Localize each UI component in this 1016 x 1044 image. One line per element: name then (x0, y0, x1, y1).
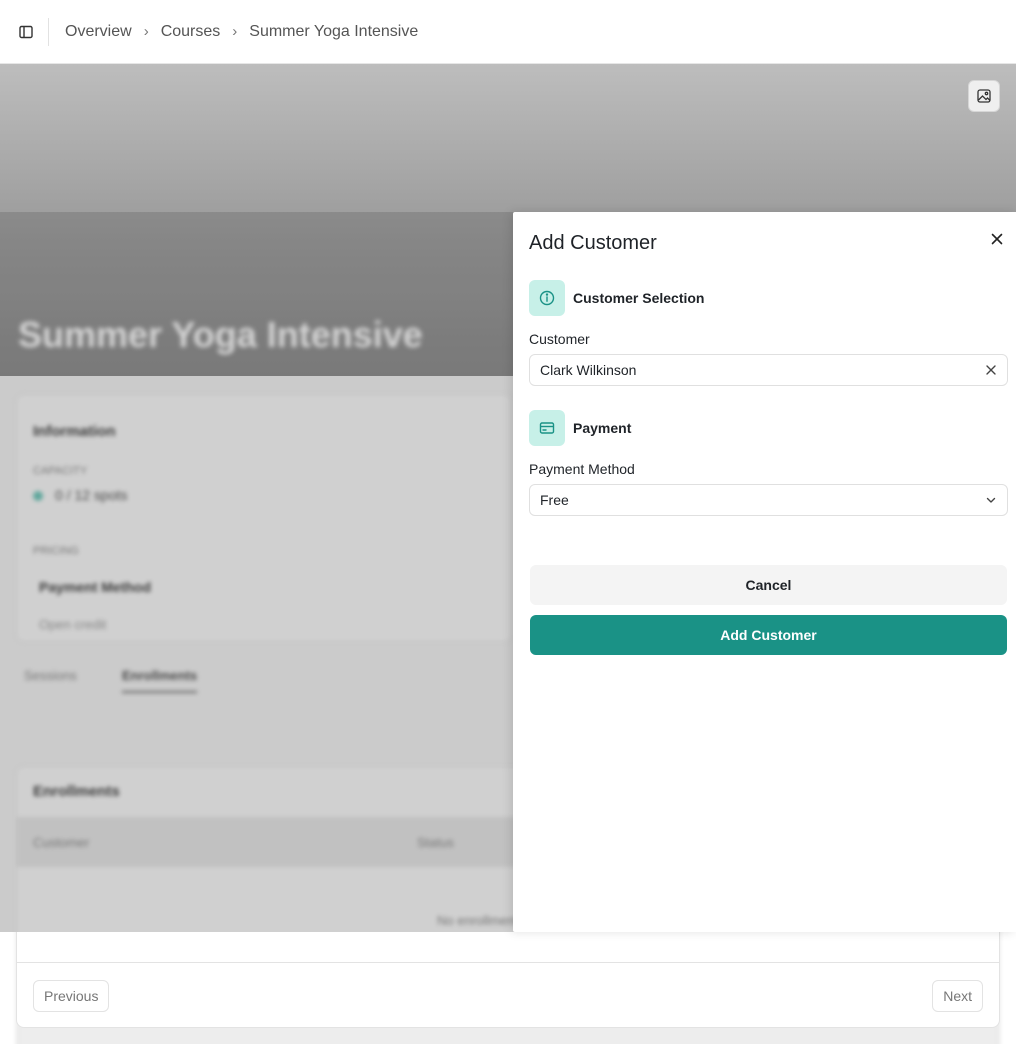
cancel-button[interactable]: Cancel (530, 565, 1007, 605)
customer-value: Clark Wilkinson (540, 362, 637, 378)
info-icon-badge (529, 280, 565, 316)
payment-section: Payment (529, 410, 631, 446)
payment-method-value: Free (540, 492, 569, 508)
next-page-button[interactable]: Next (932, 980, 983, 1012)
close-button[interactable] (988, 230, 1006, 248)
chevron-right-icon: › (143, 23, 149, 40)
customer-select[interactable]: Clark Wilkinson (529, 354, 1008, 386)
breadcrumb-overview[interactable]: Overview (65, 23, 132, 41)
sidebar-icon (19, 25, 33, 38)
close-icon (986, 365, 996, 375)
add-customer-dialog: Add Customer Customer Selection Customer… (513, 212, 1016, 932)
breadcrumb-courses[interactable]: Courses (161, 23, 221, 41)
image-icon (977, 89, 991, 103)
sidebar-toggle-button[interactable] (0, 0, 52, 64)
payment-method-label: Payment Method (529, 461, 635, 477)
close-icon (991, 233, 1003, 245)
breadcrumb: Overview › Courses › Summer Yoga Intensi… (65, 23, 418, 41)
divider (17, 962, 999, 963)
top-bar: Overview › Courses › Summer Yoga Intensi… (0, 0, 1016, 64)
change-image-button[interactable] (968, 80, 1000, 112)
section-title: Payment (573, 420, 632, 436)
payment-method-select[interactable]: Free (529, 484, 1008, 516)
chevron-right-icon: › (232, 23, 238, 40)
clear-customer-button[interactable] (985, 364, 997, 376)
chevron-down-icon (985, 494, 997, 506)
dialog-title: Add Customer (529, 232, 657, 254)
previous-page-button[interactable]: Previous (33, 980, 110, 1012)
info-icon (539, 290, 555, 306)
credit-card-icon (539, 422, 555, 434)
breadcrumb-current: Summer Yoga Intensive (249, 22, 419, 40)
section-title: Customer Selection (573, 290, 705, 306)
card-icon-badge (529, 410, 565, 446)
customer-label: Customer (529, 331, 590, 347)
divider (48, 17, 49, 46)
customer-selection-section: Customer Selection (529, 280, 704, 316)
add-customer-button[interactable]: Add Customer (530, 615, 1007, 655)
pagination-bar: Previous Next (16, 932, 1000, 1028)
